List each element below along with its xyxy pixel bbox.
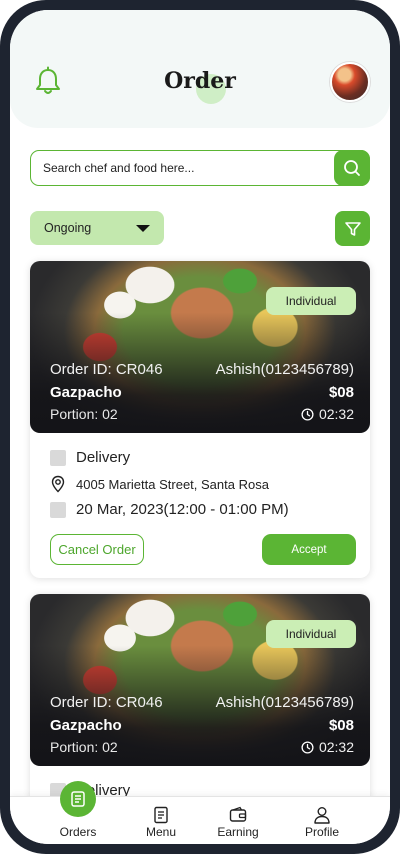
nav-label-earning: Earning	[217, 825, 259, 839]
portion: Portion: 02	[50, 406, 118, 422]
search-icon	[344, 159, 360, 176]
search-button[interactable]	[334, 149, 370, 186]
customer-name: Ashish(0123456789)	[215, 361, 354, 378]
date-text: 20 Mar, 2023(12:00 - 01:00 PM)	[76, 501, 289, 518]
profile-icon	[314, 807, 330, 824]
order-card: Individual Order ID: CR046 Ashish(012345…	[30, 261, 370, 578]
avatar[interactable]	[330, 62, 370, 102]
bottom-nav: Orders Menu Earning Profile	[10, 781, 390, 844]
clock-icon	[301, 407, 314, 421]
search-input[interactable]	[43, 151, 323, 184]
clock-icon	[301, 740, 314, 754]
address-row: 4005 Marietta Street, Santa Rosa	[50, 475, 269, 493]
price: $08	[328, 384, 354, 401]
menu-icon	[154, 806, 168, 824]
order-type-badge: Individual	[266, 287, 356, 315]
timer-value: 02:32	[318, 406, 354, 422]
delivery-label: Delivery	[76, 449, 131, 466]
status-dropdown[interactable]: Ongoing	[30, 211, 164, 245]
nav-item-orders[interactable]: Orders	[38, 781, 118, 844]
order-id: Order ID: CR046	[50, 694, 163, 711]
food-image: Individual Order ID: CR046 Ashish(012345…	[30, 594, 370, 766]
timer-value: 02:32	[318, 739, 354, 755]
filter-icon	[344, 221, 361, 236]
nav-orders-active-bubble	[60, 781, 96, 817]
nav-label-menu: Menu	[145, 825, 177, 839]
timer: 02:32	[301, 739, 354, 755]
food-image: Individual Order ID: CR046 Ashish(012345…	[30, 261, 370, 433]
phone-frame: Order Ongoing Individua	[0, 0, 400, 854]
nav-item-earning[interactable]: Earning	[198, 797, 278, 844]
status-dropdown-value: Ongoing	[44, 221, 92, 235]
nav-item-menu[interactable]: Menu	[121, 797, 201, 844]
nav-label-orders: Orders	[59, 825, 97, 839]
location-pin-icon	[51, 475, 65, 493]
address-text: 4005 Marietta Street, Santa Rosa	[76, 476, 269, 492]
chevron-down-icon	[136, 225, 150, 232]
order-type-badge: Individual	[266, 620, 356, 648]
delivery-checkbox[interactable]	[50, 449, 66, 466]
header: Order	[10, 10, 390, 128]
dish-name: Gazpacho	[50, 384, 122, 401]
customer-name: Ashish(0123456789)	[215, 694, 354, 711]
wallet-icon	[229, 806, 247, 822]
accept-button[interactable]: Accept	[262, 534, 356, 565]
date-row: 20 Mar, 2023(12:00 - 01:00 PM)	[50, 501, 289, 518]
portion: Portion: 02	[50, 739, 118, 755]
order-id: Order ID: CR046	[50, 361, 163, 378]
dish-name: Gazpacho	[50, 717, 122, 734]
price: $08	[328, 717, 354, 734]
filter-button[interactable]	[335, 211, 370, 246]
timer: 02:32	[301, 406, 354, 422]
nav-item-profile[interactable]: Profile	[282, 797, 362, 844]
date-checkbox[interactable]	[50, 501, 66, 518]
nav-label-profile: Profile	[304, 825, 339, 839]
app-screen: Order Ongoing Individua	[10, 10, 390, 844]
orders-icon	[71, 791, 85, 807]
delivery-row: Delivery	[50, 449, 130, 466]
search-bar	[30, 149, 370, 186]
cancel-order-button[interactable]: Cancel Order	[50, 534, 144, 565]
